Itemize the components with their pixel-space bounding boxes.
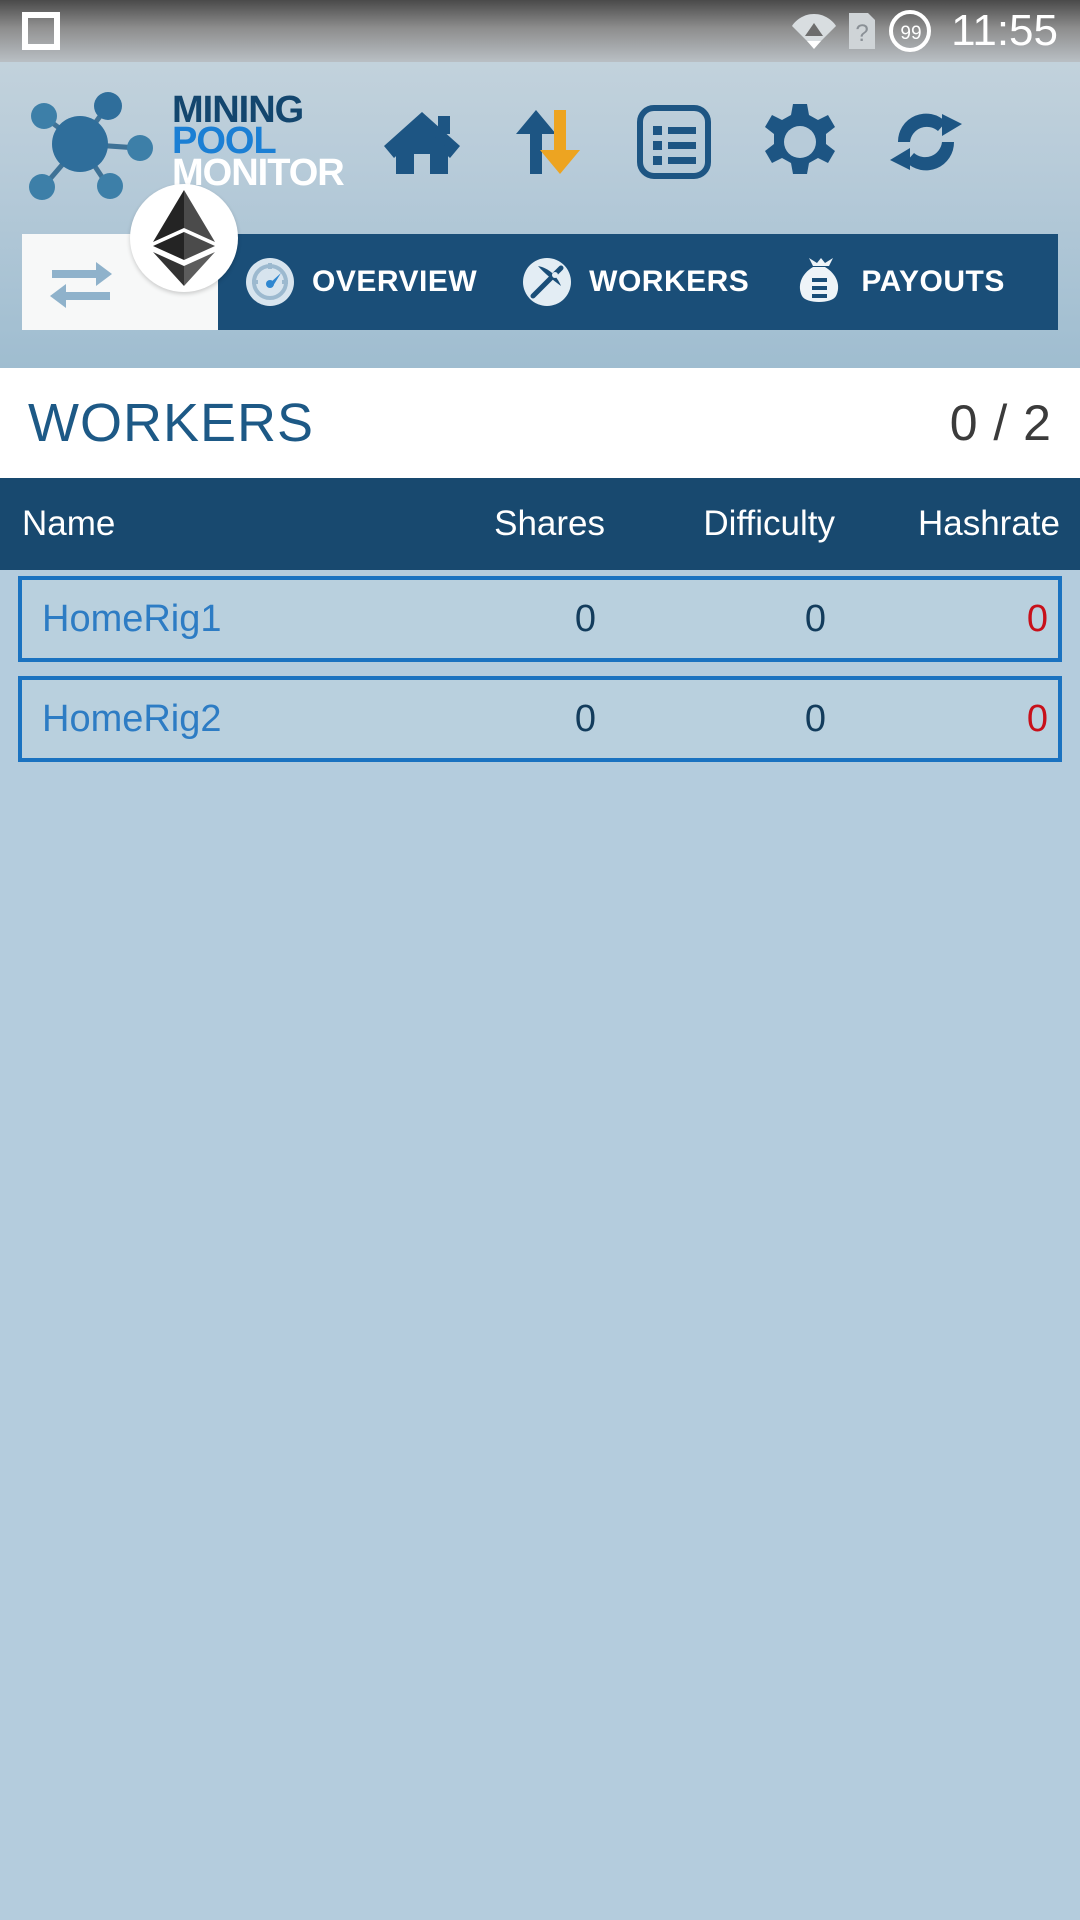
status-bar-right: ? 99 11:55 (791, 6, 1058, 56)
column-header-difficulty: Difficulty (703, 504, 835, 543)
refresh-icon (889, 113, 962, 171)
sim-question-icon: ? (849, 13, 876, 49)
list-document-icon (636, 105, 711, 179)
coin-badge-ethereum[interactable] (130, 184, 238, 292)
worker-name[interactable]: HomeRig2 (26, 698, 366, 741)
tab-workers[interactable]: WORKERS (521, 256, 749, 308)
column-header-name: Name (22, 504, 116, 543)
table-header-row: Name Shares Difficulty Hashrate (0, 478, 1080, 570)
worker-hashrate: 0 (1026, 597, 1048, 640)
worker-hashrate: 0 (1026, 697, 1048, 740)
money-bag-icon (800, 258, 839, 302)
tab-payouts-label: PAYOUTS (861, 265, 1005, 298)
settings-button[interactable] (758, 100, 842, 184)
wifi-icon (792, 14, 837, 49)
tab-workers-label: WORKERS (589, 265, 750, 298)
worker-list: HomeRig1 0 0 0 HomeRig2 0 0 0 (0, 570, 1080, 762)
column-header-shares: Shares (494, 504, 605, 543)
worker-count-badge: 0 / 2 (949, 395, 1052, 451)
tab-payouts[interactable]: PAYOUTS (793, 256, 1005, 308)
tab-list: OVERVIEW WORKERS PAYOUTS (244, 256, 1005, 308)
worker-shares: 0 (574, 597, 596, 640)
table-row[interactable]: HomeRig1 0 0 0 (18, 576, 1062, 662)
page-title: WORKERS (28, 393, 315, 453)
battery-level-text: 99 (901, 23, 922, 44)
status-bar: ? 99 11:55 (0, 0, 1080, 62)
svg-text:?: ? (855, 20, 868, 47)
transfers-button[interactable] (506, 100, 590, 184)
coin-tab-bar: OVERVIEW WORKERS PAYOUTS (22, 184, 1058, 330)
refresh-button[interactable] (884, 100, 968, 184)
tab-overview-label: OVERVIEW (312, 265, 478, 298)
tab-overview[interactable]: OVERVIEW (244, 256, 477, 308)
pickaxe-icon (523, 258, 572, 306)
page-title-bar: WORKERS 0 / 2 (0, 368, 1080, 478)
worker-shares: 0 (574, 697, 596, 740)
header-toolbar (380, 100, 968, 184)
transfer-arrows-icon (515, 110, 580, 174)
swap-arrows-icon (50, 262, 112, 308)
table-row[interactable]: HomeRig2 0 0 0 (18, 676, 1062, 762)
list-button[interactable] (632, 100, 716, 184)
home-icon (383, 112, 460, 174)
logo-line-monitor: MONITOR (172, 151, 345, 194)
network-nodes-icon (29, 92, 153, 200)
speedometer-icon (246, 258, 294, 306)
ethereum-icon (153, 190, 215, 286)
gear-icon (764, 104, 835, 174)
column-header-hashrate: Hashrate (917, 504, 1060, 543)
status-bar-clock: 11:55 (951, 6, 1058, 55)
app-header: MINING POOL MONITOR OVERVIEW WORKERS PAY… (0, 62, 1080, 368)
worker-difficulty: 0 (804, 597, 826, 640)
battery-icon: 99 (889, 10, 932, 52)
app-logo-text: MINING POOL MONITOR (172, 91, 345, 194)
square-icon (22, 12, 60, 50)
home-button[interactable] (380, 100, 464, 184)
worker-name[interactable]: HomeRig1 (26, 598, 366, 641)
worker-difficulty: 0 (804, 697, 826, 740)
